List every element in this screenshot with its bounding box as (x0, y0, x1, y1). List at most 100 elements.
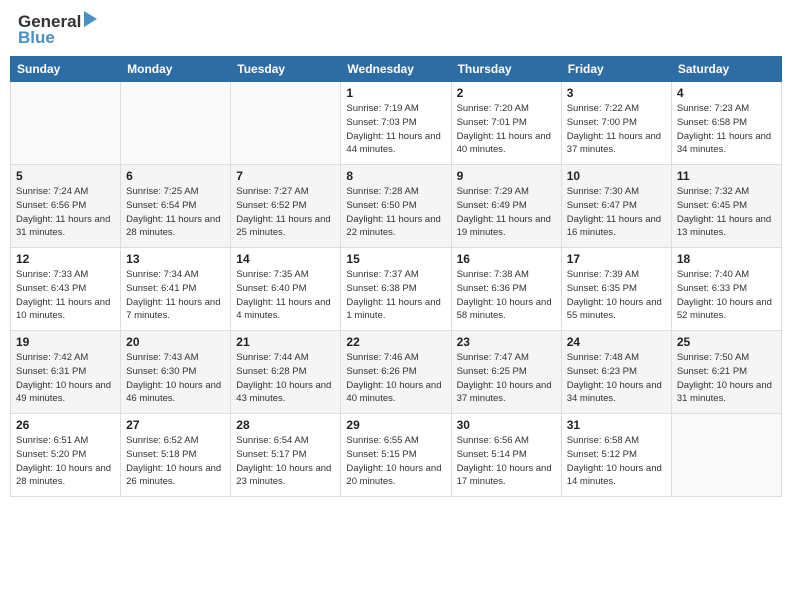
day-number: 30 (457, 418, 556, 432)
calendar-day-9: 9 Sunrise: 7:29 AM Sunset: 6:49 PM Daylig… (451, 165, 561, 248)
calendar-day-20: 20Sunrise: 7:43 AM Sunset: 6:30 PM Dayli… (121, 331, 231, 414)
weekday-header-sunday: Sunday (11, 57, 121, 82)
calendar-day-11: 11 Sunrise: 7:32 AM Sunset: 6:45 PM Dayli… (671, 165, 781, 248)
day-info: Sunrise: 7:39 AM Sunset: 6:35 PM Dayligh… (567, 268, 666, 323)
day-info: Sunrise: 6:52 AM Sunset: 5:18 PM Dayligh… (126, 434, 225, 489)
day-info: Sunrise: 6:56 AM Sunset: 5:14 PM Dayligh… (457, 434, 556, 489)
calendar-day-10: 10Sunrise: 7:30 AM Sunset: 6:47 PM Dayli… (561, 165, 671, 248)
day-info: Sunrise: 7:42 AM Sunset: 6:31 PM Dayligh… (16, 351, 115, 406)
day-info: Sunrise: 6:54 AM Sunset: 5:17 PM Dayligh… (236, 434, 335, 489)
day-info: Sunrise: 7:33 AM Sunset: 6:43 PM Dayligh… (16, 268, 115, 323)
logo-blue: Blue (18, 28, 55, 48)
day-info: Sunrise: 7:20 AM Sunset: 7:01 PM Dayligh… (457, 102, 556, 157)
calendar-day-28: 28 Sunrise: 6:54 AM Sunset: 5:17 PM Dayli… (231, 414, 341, 497)
calendar-day-2: 2 Sunrise: 7:20 AM Sunset: 7:01 PM Daylig… (451, 82, 561, 165)
day-number: 2 (457, 86, 556, 100)
day-number: 14 (236, 252, 335, 266)
day-info: Sunrise: 7:34 AM Sunset: 6:41 PM Dayligh… (126, 268, 225, 323)
day-number: 26 (16, 418, 115, 432)
calendar-day-15: 15Sunrise: 7:37 AM Sunset: 6:38 PM Dayli… (341, 248, 451, 331)
day-number: 6 (126, 169, 225, 183)
calendar-day-1: 1 Sunrise: 7:19 AM Sunset: 7:03 PM Daylig… (341, 82, 451, 165)
day-info: Sunrise: 7:27 AM Sunset: 6:52 PM Dayligh… (236, 185, 335, 240)
calendar-day-21: 21 Sunrise: 7:44 AM Sunset: 6:28 PM Dayli… (231, 331, 341, 414)
day-info: Sunrise: 7:44 AM Sunset: 6:28 PM Dayligh… (236, 351, 335, 406)
day-number: 17 (567, 252, 666, 266)
day-number: 8 (346, 169, 445, 183)
calendar-day-6: 6 Sunrise: 7:25 AM Sunset: 6:54 PM Daylig… (121, 165, 231, 248)
day-number: 4 (677, 86, 776, 100)
day-number: 11 (677, 169, 776, 183)
day-info: Sunrise: 6:51 AM Sunset: 5:20 PM Dayligh… (16, 434, 115, 489)
day-info: Sunrise: 7:48 AM Sunset: 6:23 PM Dayligh… (567, 351, 666, 406)
calendar-day-19: 19 Sunrise: 7:42 AM Sunset: 6:31 PM Dayli… (11, 331, 121, 414)
calendar-day-empty (11, 82, 121, 165)
calendar-container: SundayMondayTuesdayWednesdayThursdayFrid… (0, 56, 792, 502)
calendar-week-1: 1 Sunrise: 7:19 AM Sunset: 7:03 PM Daylig… (11, 82, 782, 165)
calendar-week-3: 12 Sunrise: 7:33 AM Sunset: 6:43 PM Dayli… (11, 248, 782, 331)
day-number: 9 (457, 169, 556, 183)
calendar-week-2: 5 Sunrise: 7:24 AM Sunset: 6:56 PM Daylig… (11, 165, 782, 248)
weekday-header-thursday: Thursday (451, 57, 561, 82)
day-number: 21 (236, 335, 335, 349)
calendar-day-31: 31 Sunrise: 6:58 AM Sunset: 5:12 PM Dayli… (561, 414, 671, 497)
day-info: Sunrise: 7:19 AM Sunset: 7:03 PM Dayligh… (346, 102, 445, 157)
weekday-header-wednesday: Wednesday (341, 57, 451, 82)
day-info: Sunrise: 7:23 AM Sunset: 6:58 PM Dayligh… (677, 102, 776, 157)
day-info: Sunrise: 7:29 AM Sunset: 6:49 PM Dayligh… (457, 185, 556, 240)
day-info: Sunrise: 7:40 AM Sunset: 6:33 PM Dayligh… (677, 268, 776, 323)
day-number: 24 (567, 335, 666, 349)
calendar-day-4: 4 Sunrise: 7:23 AM Sunset: 6:58 PM Daylig… (671, 82, 781, 165)
day-number: 19 (16, 335, 115, 349)
calendar-day-16: 16 Sunrise: 7:38 AM Sunset: 6:36 PM Dayli… (451, 248, 561, 331)
day-number: 7 (236, 169, 335, 183)
day-info: Sunrise: 7:35 AM Sunset: 6:40 PM Dayligh… (236, 268, 335, 323)
calendar-day-27: 27 Sunrise: 6:52 AM Sunset: 5:18 PM Dayli… (121, 414, 231, 497)
day-info: Sunrise: 7:24 AM Sunset: 6:56 PM Dayligh… (16, 185, 115, 240)
day-info: Sunrise: 7:38 AM Sunset: 6:36 PM Dayligh… (457, 268, 556, 323)
calendar-day-22: 22 Sunrise: 7:46 AM Sunset: 6:26 PM Dayli… (341, 331, 451, 414)
day-number: 28 (236, 418, 335, 432)
calendar-header-row: SundayMondayTuesdayWednesdayThursdayFrid… (11, 57, 782, 82)
day-number: 13 (126, 252, 225, 266)
weekday-header-tuesday: Tuesday (231, 57, 341, 82)
day-info: Sunrise: 7:32 AM Sunset: 6:45 PM Dayligh… (677, 185, 776, 240)
weekday-header-friday: Friday (561, 57, 671, 82)
day-info: Sunrise: 7:46 AM Sunset: 6:26 PM Dayligh… (346, 351, 445, 406)
calendar-day-12: 12 Sunrise: 7:33 AM Sunset: 6:43 PM Dayli… (11, 248, 121, 331)
calendar-day-25: 25 Sunrise: 7:50 AM Sunset: 6:21 PM Dayli… (671, 331, 781, 414)
day-number: 25 (677, 335, 776, 349)
weekday-header-saturday: Saturday (671, 57, 781, 82)
day-number: 27 (126, 418, 225, 432)
calendar-day-23: 23Sunrise: 7:47 AM Sunset: 6:25 PM Dayli… (451, 331, 561, 414)
calendar-day-3: 3 Sunrise: 7:22 AM Sunset: 7:00 PM Daylig… (561, 82, 671, 165)
day-info: Sunrise: 7:30 AM Sunset: 6:47 PM Dayligh… (567, 185, 666, 240)
day-info: Sunrise: 7:28 AM Sunset: 6:50 PM Dayligh… (346, 185, 445, 240)
calendar-week-4: 19 Sunrise: 7:42 AM Sunset: 6:31 PM Dayli… (11, 331, 782, 414)
day-number: 31 (567, 418, 666, 432)
calendar-day-5: 5 Sunrise: 7:24 AM Sunset: 6:56 PM Daylig… (11, 165, 121, 248)
day-number: 12 (16, 252, 115, 266)
day-number: 3 (567, 86, 666, 100)
day-number: 18 (677, 252, 776, 266)
day-number: 15 (346, 252, 445, 266)
logo: General Blue (18, 12, 97, 48)
day-info: Sunrise: 6:55 AM Sunset: 5:15 PM Dayligh… (346, 434, 445, 489)
day-number: 16 (457, 252, 556, 266)
header: General Blue (0, 0, 792, 56)
day-number: 1 (346, 86, 445, 100)
weekday-header-monday: Monday (121, 57, 231, 82)
day-info: Sunrise: 7:25 AM Sunset: 6:54 PM Dayligh… (126, 185, 225, 240)
calendar-day-30: 30 Sunrise: 6:56 AM Sunset: 5:14 PM Dayli… (451, 414, 561, 497)
day-info: Sunrise: 7:50 AM Sunset: 6:21 PM Dayligh… (677, 351, 776, 406)
day-info: Sunrise: 7:43 AM Sunset: 6:30 PM Dayligh… (126, 351, 225, 406)
calendar-day-empty (121, 82, 231, 165)
calendar-day-8: 8 Sunrise: 7:28 AM Sunset: 6:50 PM Daylig… (341, 165, 451, 248)
day-number: 5 (16, 169, 115, 183)
day-number: 22 (346, 335, 445, 349)
day-info: Sunrise: 6:58 AM Sunset: 5:12 PM Dayligh… (567, 434, 666, 489)
calendar-week-5: 26 Sunrise: 6:51 AM Sunset: 5:20 PM Dayli… (11, 414, 782, 497)
day-info: Sunrise: 7:22 AM Sunset: 7:00 PM Dayligh… (567, 102, 666, 157)
calendar-day-17: 17 Sunrise: 7:39 AM Sunset: 6:35 PM Dayli… (561, 248, 671, 331)
day-number: 29 (346, 418, 445, 432)
